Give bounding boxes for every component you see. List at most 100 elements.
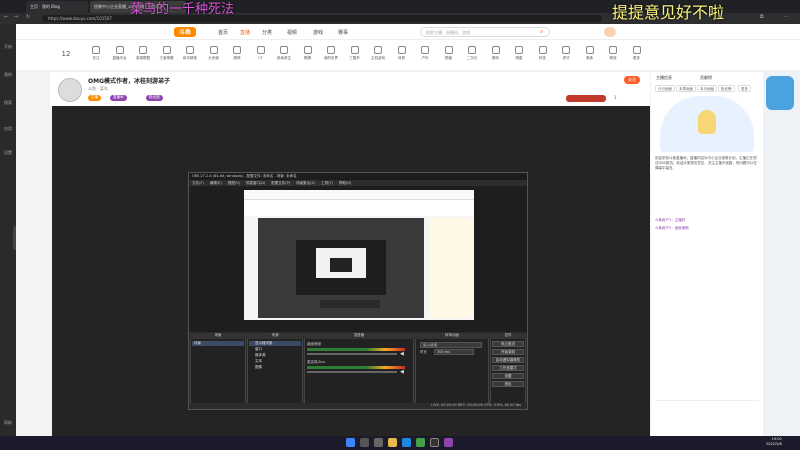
obs-menu-item[interactable]: 停靠窗口(D) bbox=[246, 181, 265, 185]
category-item[interactable]: CF bbox=[249, 46, 273, 60]
category-item[interactable]: 体育 bbox=[390, 46, 414, 61]
category-item[interactable]: 大天使 bbox=[202, 46, 226, 61]
nav-item[interactable]: 分类 bbox=[262, 29, 272, 36]
subtab[interactable]: 更多 bbox=[738, 85, 751, 92]
category-item[interactable]: 直播平台 bbox=[108, 46, 132, 61]
category-item[interactable]: 和平精英 bbox=[178, 46, 202, 61]
browser-tab[interactable]: 主页 · 我的 Blog bbox=[26, 1, 88, 13]
address-bar[interactable]: https://www.douyu.com/101507 bbox=[42, 15, 602, 22]
obs-control-button[interactable]: 退出 bbox=[492, 381, 524, 387]
obs-menu-item[interactable]: 文件(F) bbox=[192, 181, 204, 185]
category-item[interactable]: 颜值 bbox=[437, 46, 461, 61]
follow-button[interactable]: 关注 bbox=[624, 76, 640, 84]
sidebar-item[interactable]: 搜索 bbox=[0, 100, 16, 106]
rightbar-tab[interactable]: 主播信息 bbox=[656, 75, 672, 81]
task-view-icon[interactable] bbox=[374, 438, 383, 447]
speaker-icon[interactable]: ◀ bbox=[400, 351, 404, 357]
avatar[interactable] bbox=[604, 27, 616, 37]
back-icon[interactable]: ← bbox=[4, 14, 8, 20]
source-item[interactable]: 媒体源 bbox=[249, 353, 301, 358]
anchor-name[interactable]: 斗鱼 · 菜鸟 bbox=[88, 86, 108, 92]
speaker-icon[interactable]: ◀ bbox=[400, 369, 404, 375]
obs-menu-item[interactable]: 视图(V) bbox=[228, 181, 240, 185]
search-icon[interactable] bbox=[360, 438, 369, 447]
sidebar-item[interactable]: 我的 bbox=[0, 72, 16, 78]
duration-input[interactable]: 300 ms bbox=[434, 349, 474, 355]
nav-item-active[interactable]: 直播 bbox=[240, 29, 250, 36]
category-item[interactable]: 更多 bbox=[625, 46, 649, 61]
sidebar-item[interactable]: 设置 bbox=[0, 150, 16, 156]
obs-menu-item[interactable]: 场景集合(S) bbox=[296, 181, 315, 185]
obs-menu-item[interactable]: 配置文件(P) bbox=[271, 181, 290, 185]
obs-control-button[interactable]: 工作室模式 bbox=[492, 365, 524, 371]
category-item[interactable]: 二次元 bbox=[460, 46, 484, 61]
nav-item[interactable]: 游戏 bbox=[313, 29, 323, 36]
forward-icon[interactable]: → bbox=[14, 14, 18, 20]
sidebar-item[interactable]: 应用 bbox=[0, 126, 16, 132]
category-item[interactable]: 王者荣耀 bbox=[155, 46, 179, 61]
obs-menu-item[interactable]: 帮助(H) bbox=[339, 181, 351, 185]
source-item[interactable]: 图像 bbox=[249, 365, 301, 370]
category-item[interactable]: 原神 bbox=[225, 46, 249, 61]
site-logo[interactable]: 斗鱼 bbox=[174, 27, 196, 37]
search-input[interactable]: 搜索主播、直播间、游戏 bbox=[420, 27, 550, 37]
category-item[interactable]: 萌宠 bbox=[601, 46, 625, 61]
nav-item[interactable]: 首页 bbox=[218, 29, 228, 36]
report-button[interactable] bbox=[566, 95, 606, 102]
subtab[interactable]: 本月贡献 bbox=[697, 85, 717, 92]
subtab[interactable]: 粉丝榜 bbox=[718, 85, 735, 92]
tag-badge[interactable]: 直播间 bbox=[110, 95, 127, 101]
obs-menu-item[interactable]: 工具(T) bbox=[321, 181, 333, 185]
edge-icon[interactable] bbox=[402, 438, 411, 447]
anchor-avatar[interactable] bbox=[58, 78, 82, 102]
nav-item[interactable]: 视频 bbox=[287, 29, 297, 36]
category-item[interactable]: 科技 bbox=[531, 46, 555, 61]
sidebar-item[interactable]: 开始 bbox=[0, 44, 16, 50]
obs-icon[interactable] bbox=[430, 438, 439, 447]
category-item[interactable]: 美食 bbox=[578, 46, 602, 61]
start-icon[interactable] bbox=[346, 438, 355, 447]
category-item[interactable]: 绝地求生 bbox=[272, 46, 296, 61]
chat-user[interactable]: 斗鱼用户2 bbox=[655, 226, 671, 230]
category-item[interactable]: 我的世界 bbox=[319, 46, 343, 61]
tag-badge[interactable]: 主播 bbox=[88, 95, 101, 101]
category-item[interactable]: 棋牌 bbox=[296, 46, 320, 61]
subtab[interactable]: 本周贡献 bbox=[676, 85, 696, 92]
app-icon[interactable] bbox=[444, 438, 453, 447]
category-item[interactable]: 主机游戏 bbox=[366, 46, 390, 61]
category-item[interactable]: 三国杀 bbox=[343, 46, 367, 61]
category-item[interactable]: 虎牙 bbox=[554, 46, 578, 61]
tag-badge[interactable]: 粉丝团 bbox=[146, 95, 163, 101]
sidebar-item[interactable]: 帮助 bbox=[0, 420, 16, 426]
category-item[interactable]: 户外 bbox=[413, 46, 437, 61]
scene-item[interactable]: 场景 bbox=[192, 341, 244, 346]
obs-menu-item[interactable]: 编辑(E) bbox=[210, 181, 222, 185]
chat-input-area[interactable] bbox=[655, 400, 759, 430]
folder-icon[interactable] bbox=[388, 438, 397, 447]
category-item[interactable]: 数码 bbox=[484, 46, 508, 61]
refresh-icon[interactable]: ↻ bbox=[26, 14, 30, 20]
chat-user[interactable]: 斗鱼用户1 bbox=[655, 218, 671, 222]
source-item[interactable]: 文本 bbox=[249, 359, 301, 364]
obs-control-button[interactable]: 停止推流 bbox=[492, 341, 524, 347]
source-item[interactable]: 窗口 bbox=[249, 347, 301, 352]
chrome-icon[interactable] bbox=[416, 438, 425, 447]
transition-select[interactable]: 淡入淡出 bbox=[420, 342, 482, 348]
search-icon[interactable]: ⌕ bbox=[540, 28, 543, 36]
subtab[interactable]: 今日贡献 bbox=[655, 85, 675, 92]
rightbar-tab[interactable]: 贡献榜 bbox=[700, 75, 712, 81]
promo-mascot-icon[interactable] bbox=[766, 76, 794, 110]
volume-slider[interactable] bbox=[307, 353, 397, 355]
category-item[interactable]: 明星 bbox=[507, 46, 531, 61]
source-item[interactable]: 显示器采集 bbox=[249, 341, 301, 346]
obs-control-button[interactable]: 设置 bbox=[492, 373, 524, 379]
nav-item[interactable]: 赛事 bbox=[338, 29, 348, 36]
menu-icon[interactable]: ⋯ bbox=[784, 14, 789, 20]
obs-control-button[interactable]: 启动虚拟摄像机 bbox=[492, 357, 524, 363]
category-item[interactable]: 英雄联盟 bbox=[131, 46, 155, 61]
category-item[interactable]: 关注 bbox=[84, 46, 108, 61]
clock[interactable]: 19:00 2022/5/8 bbox=[766, 437, 782, 447]
volume-slider[interactable] bbox=[307, 371, 397, 373]
obs-control-button[interactable]: 开始录制 bbox=[492, 349, 524, 355]
extensions-icon[interactable]: ⧉ bbox=[760, 14, 764, 20]
